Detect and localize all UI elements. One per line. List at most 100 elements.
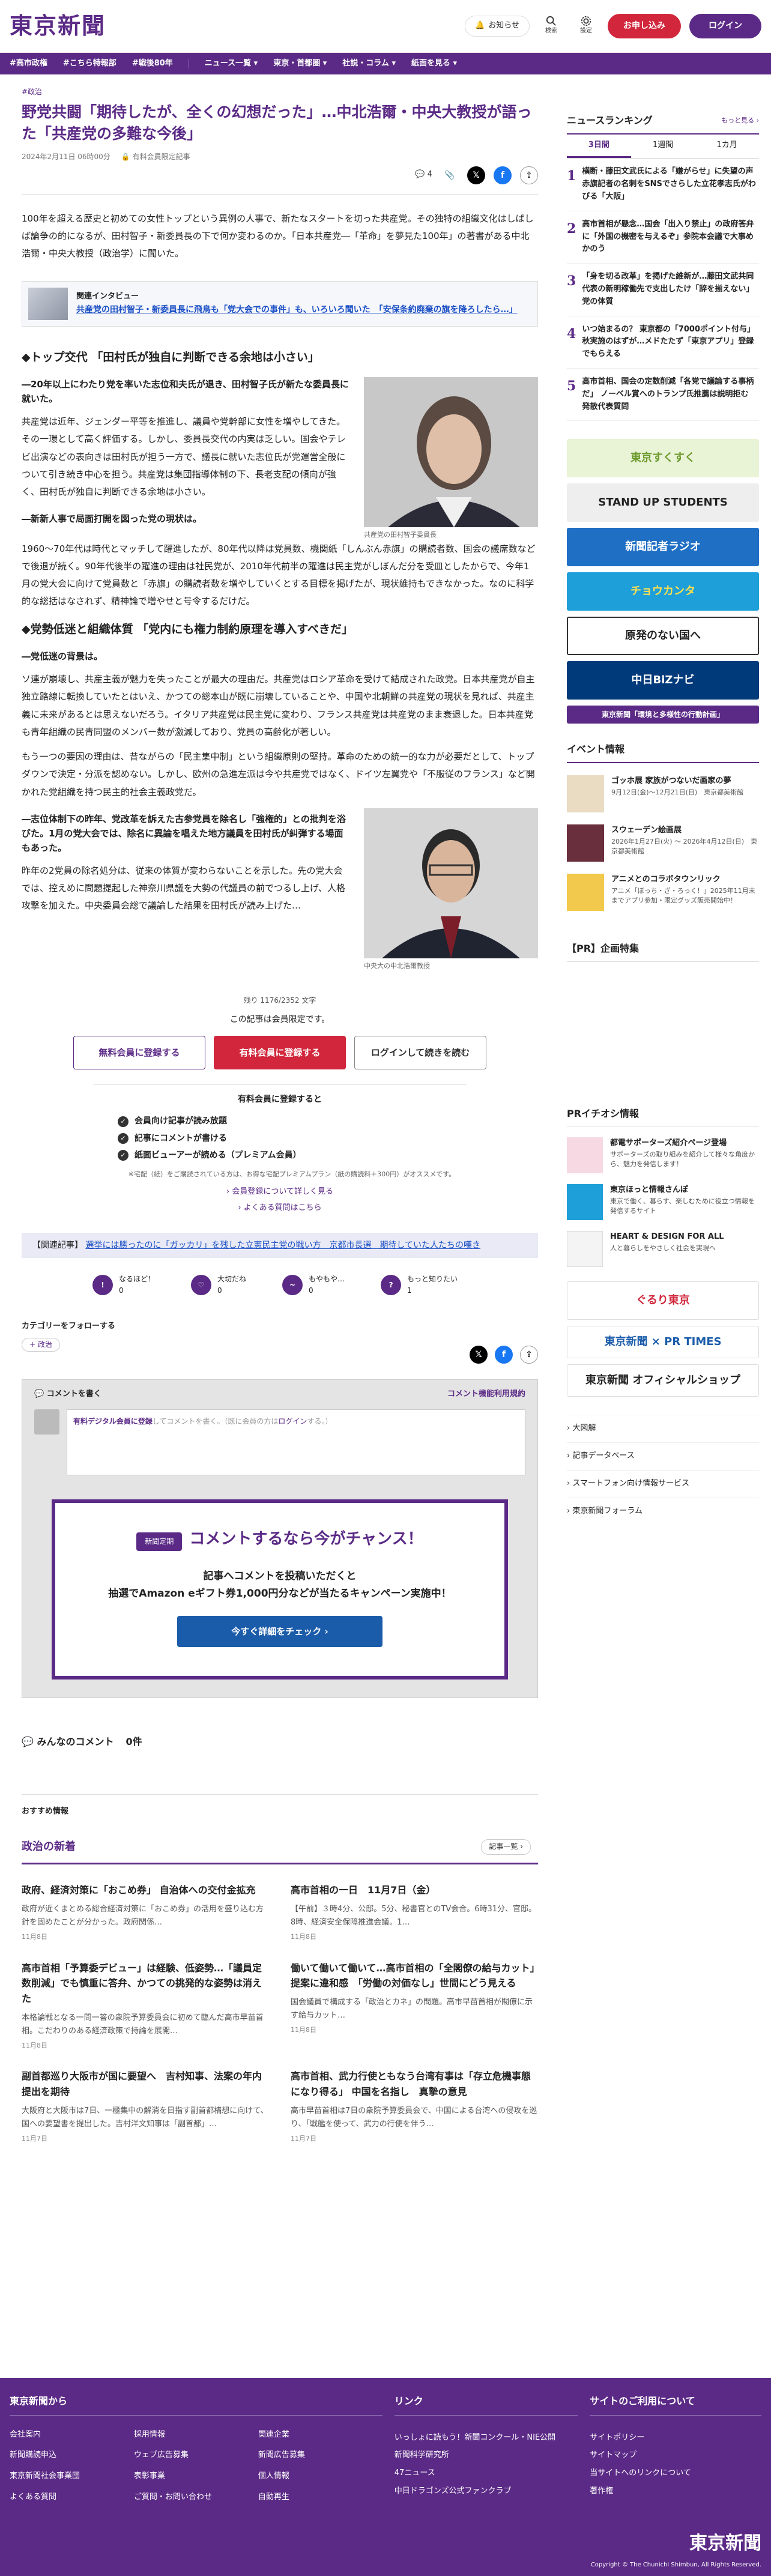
banner-no-nuclear[interactable]: 原発のない国へ [567,617,759,656]
login-button[interactable]: ログイン [689,14,761,38]
tab-1week[interactable]: 1週間 [631,135,695,159]
banner-choukanta[interactable]: チョウカンタ [567,572,759,611]
digital-member-link[interactable]: 有料デジタル会員に登録 [73,1417,153,1426]
nav-item[interactable]: 東京・首都圏 ▾ [273,58,327,70]
footer-link[interactable]: 個人情報 [258,2470,382,2483]
reaction-button[interactable]: ? もっと知りたい 1 [381,1274,458,1296]
clip-icon[interactable]: 📎 [441,166,459,184]
ranking-item[interactable]: 2 高市首相が懸念…国会「出入り禁止」の政府答弁に「外国の機密を与えるぞ」参院本会… [567,211,759,264]
ranking-more-link[interactable]: もっと見る › [721,115,759,126]
sidebar-link[interactable]: › 大図解 [567,1415,759,1442]
promo-detail-button[interactable]: 今すぐ詳細をチェック › [177,1615,382,1647]
faq-link[interactable]: › よくある質問はこちら [94,1202,466,1215]
nav-item[interactable]: #こちら特報部 [63,58,116,70]
footer-link[interactable]: 新聞広告募集 [258,2449,382,2462]
pr-item[interactable]: 都電サポーターズ紹介ページ登場 サポーターズの取り組みを紹介して様々な角度から、魅… [567,1137,759,1174]
search-button[interactable]: 検索 [538,16,564,36]
nav-item[interactable]: #戦後80年 [132,58,173,70]
x-share-icon[interactable]: 𝕏 [467,166,485,184]
article-main: #政治 野党共闘「期待したが、全くの幻想だった」…中北浩爾・中央大教授が語った「… [10,74,550,2144]
footer-link[interactable]: 表彰事業 [134,2470,258,2483]
facebook-share-icon[interactable]: f [494,166,512,184]
sidebar-link[interactable]: › 記事データベース [567,1442,759,1470]
footer-link[interactable]: よくある質問 [10,2491,134,2504]
footer-link[interactable]: サイトマップ [590,2446,761,2464]
news-item[interactable]: 高市首相、武力行使ともなう台湾有事は「存立危機事態になり得る」 中国を名指し 真… [291,2069,538,2144]
footer-logo[interactable]: 東京新聞 [689,2529,761,2558]
ranking-item[interactable]: 4 いつ始まるの？ 東京都の「7000ポイント付与」 秋実施のはずが…メドたたず「… [567,316,759,369]
site-logo[interactable]: 東京新聞 [10,8,106,44]
article-category[interactable]: #政治 [22,86,538,98]
footer-link[interactable]: 新聞科学研究所 [395,2446,578,2464]
news-item[interactable]: 高市首相の一日 11月7日（金） 【午前】３時4分、公邸。5分、秘書官とのTV会合… [291,1882,538,1942]
news-item[interactable]: 高市首相「予算委デビュー」は経験、低姿勢…「議員定数削減」でも慎重に答弁、かつて… [22,1961,269,2051]
free-signup-button[interactable]: 無料会員に登録する [73,1035,205,1069]
reaction-button[interactable]: ~ もやもや… 0 [282,1274,345,1296]
footer-link[interactable]: ご質問・お問い合わせ [134,2491,258,2504]
footer-link[interactable]: 当サイトへのリンクについて [590,2464,761,2482]
banner-radio[interactable]: 新聞記者ラジオ [567,528,759,567]
reaction-button[interactable]: ! なるほど！ 0 [92,1274,155,1296]
share-icon[interactable]: ⇪ [520,166,538,184]
x-share-icon[interactable]: 𝕏 [470,1346,488,1364]
reaction-button[interactable]: ♡ 大切だね 0 [191,1274,246,1296]
footer-link[interactable]: 東京新聞社会事業団 [10,2470,134,2483]
ranking-item[interactable]: 5 高市首相、国会の定数削減「各党で議論する事柄だ」 ノーベル賞へのトランプ氏推薦… [567,369,759,422]
ranking-item[interactable]: 1 横断・藤田文武氏による「嫌がらせ」に失望の声 赤旗記者の名刺をSNSでさらした… [567,159,761,211]
related-link[interactable]: 共産党の田村智子・新委員長に飛鳥も「党大会での事件」も、いろいろ聞いた 「安保条… [76,303,518,316]
news-item[interactable]: 政府、経済対策に「おこめ券」 自治体への交付金拡充 政府が近くまとめる総合経済対策… [22,1882,269,1942]
notify-button[interactable]: 🔔 お知らせ [465,16,530,37]
footer-link[interactable]: 関連企業 [258,2429,382,2441]
politics-more-link[interactable]: 記事一覧 › [481,1839,531,1855]
footer-link[interactable]: 著作権 [590,2482,761,2500]
tab-3days[interactable]: 3日間 [567,135,631,159]
event-item[interactable]: ゴッホ展 家族がつないだ画家の夢 9月12日(金)〜12月21日(日) 東京都美術… [567,775,759,812]
nav-item[interactable]: 社説・コラム ▾ [342,58,396,70]
related-bar-link[interactable]: 選挙には勝ったのに「ガッカリ」を残した立憲民主党の戦い方 京都市長選 期待してい… [85,1241,480,1250]
banner-shop[interactable]: 東京新聞 オフィシャルショップ [567,1364,759,1397]
footer-link[interactable]: 中日ドラゴンズ公式ファンクラブ [395,2482,578,2500]
settings-button[interactable]: 設定 [573,16,599,36]
tab-1month[interactable]: 1カ月 [695,135,759,159]
login-continue-button[interactable]: ログインして続きを読む [354,1035,486,1069]
photo-nakakita[interactable] [364,808,538,958]
paid-signup-button[interactable]: 有料会員に登録する [214,1035,346,1069]
nav-item[interactable]: ニュース一覧 ▾ [205,58,258,70]
news-item[interactable]: 副首都巡り大阪市が国に要望へ 吉村知事、法案の年内提出を期待 大阪府と大阪市は7日… [22,2069,269,2144]
follow-tag-politics[interactable]: + 政治 [22,1338,60,1352]
news-item[interactable]: 働いて働いて働いて…高市首相の「全閣僚の給与カット」提案に違和感 「労働の対価な… [291,1961,538,2051]
pr-item[interactable]: HEART & DESIGN FOR ALL 人と暮らしをやさしく社会を実現へ [567,1231,759,1268]
nav-item[interactable]: 紙面を見る ▾ [411,58,457,70]
footer-link[interactable]: 採用情報 [134,2429,258,2441]
nav-item[interactable]: #高市政権 [10,58,47,70]
facebook-share-icon[interactable]: f [495,1346,513,1364]
photo-tamura[interactable] [364,377,538,528]
signup-button[interactable]: お申し込み [608,14,681,38]
related-interview[interactable]: 関連インタビュー 共産党の田村智子・新委員長に飛鳥も「党大会での事件」も、いろい… [22,280,538,327]
event-item[interactable]: スウェーデン絵画展 2026年1月27日(火) 〜 2026年4月12日(日) 東… [567,824,759,862]
footer-link[interactable]: ウェブ広告募集 [134,2449,258,2462]
member-info-link[interactable]: › 会員登録について詳しく見る [94,1186,466,1199]
footer-link[interactable]: 自動再生 [258,2491,382,2504]
banner-prtimes[interactable]: 東京新聞 × PR TIMES [567,1326,759,1359]
banner-stand-up-students[interactable]: STAND UP STUDENTS [567,483,759,522]
banner-gururi[interactable]: ぐるり東京 [567,1281,759,1320]
footer-link[interactable]: 会社案内 [10,2429,134,2441]
ranking-item[interactable]: 3 「身を切る改革」を掲げた維新が…藤田文武共同代表の新明稼働先で支出したけ「辞を… [567,264,759,316]
event-item[interactable]: アニメとのコラボタウンリック アニメ「ぼっち・ざ・ろっく！」2025年11月末まで… [567,873,759,911]
banner-sukusuku[interactable]: 東京すくすく [567,439,759,478]
comment-login-link[interactable]: ログイン [278,1417,307,1426]
footer-link[interactable]: サイトポリシー [590,2429,761,2447]
comment-count-icon[interactable]: 💬 4 [415,169,432,181]
sidebar-link[interactable]: › 東京新聞フォーラム [567,1497,759,1525]
comment-textarea[interactable]: 有料デジタル会員に登録してコメントを書く。（既に会員の方はログインする。） [67,1409,525,1476]
sidebar-link[interactable]: › スマートフォン向け情報サービス [567,1469,759,1498]
pr-item[interactable]: 東京ほっと情報さんぽ 東京で働く、暮らす、楽しむために役立つ情報を発信するサイト [567,1184,759,1221]
banner-action-plan[interactable]: 東京新聞「環境と多様性の行動計画」 [567,706,759,724]
footer-link[interactable]: いっしょに読もう！新聞コンクール・NIE公開 [395,2429,578,2447]
comment-policy-link[interactable]: コメント機能利用規約 [447,1388,525,1401]
share-icon[interactable]: ⇪ [520,1346,538,1364]
banner-biz-navi[interactable]: 中日BiZナビ [567,661,759,700]
footer-link[interactable]: 新聞購読申込 [10,2449,134,2462]
footer-link[interactable]: 47ニュース [395,2464,578,2482]
